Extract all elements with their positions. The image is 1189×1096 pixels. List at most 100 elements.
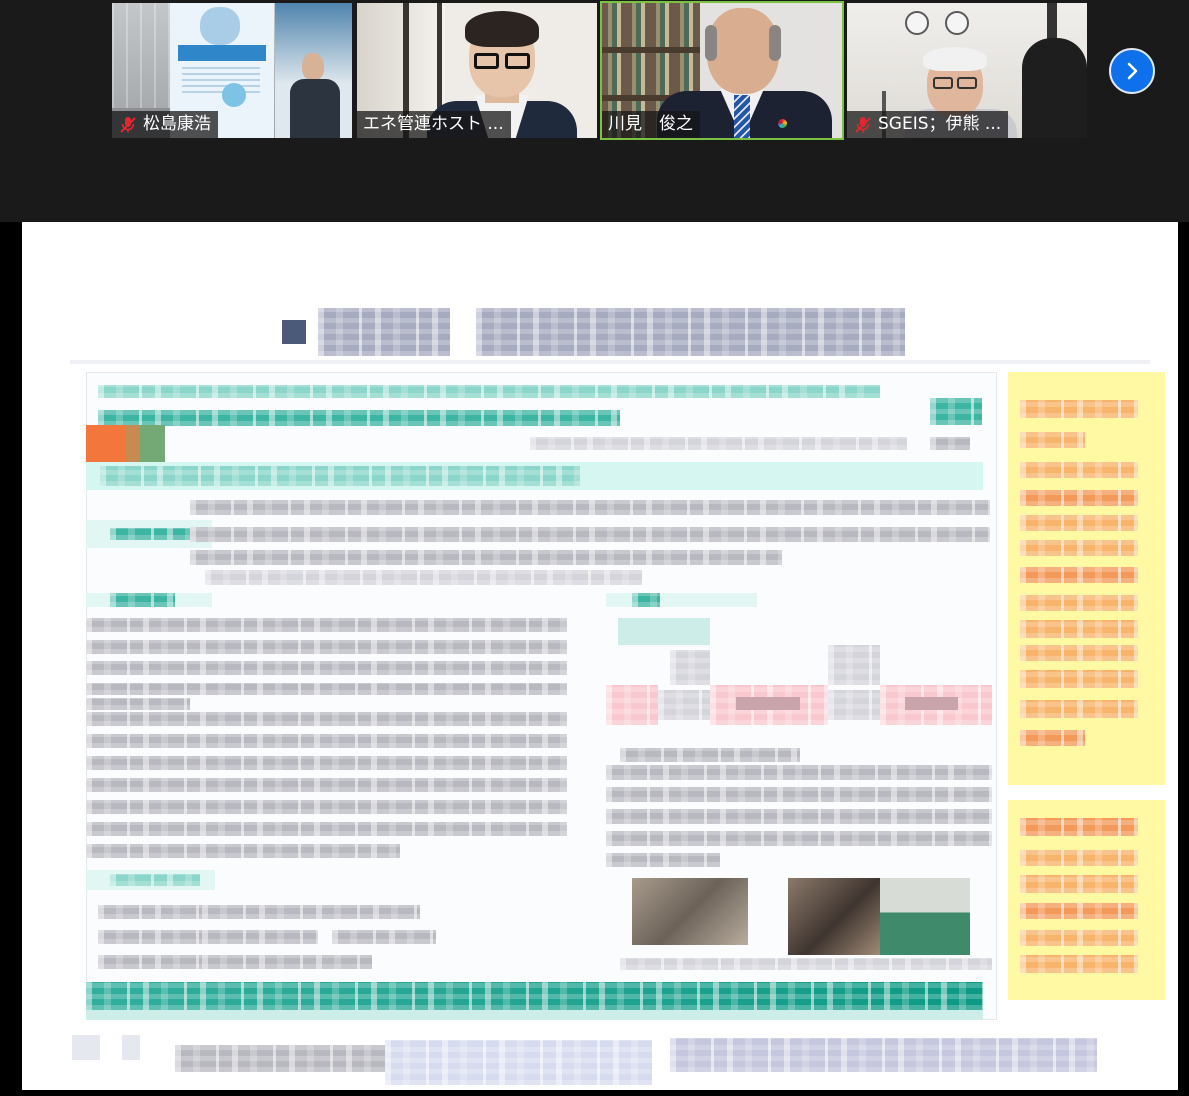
blurred-text-block: [86, 822, 567, 836]
blurred-text-block: [190, 500, 990, 515]
blurred-text-block: [930, 437, 970, 450]
glasses: [957, 77, 977, 89]
lapel-pin: [778, 119, 787, 128]
divider-line: [70, 360, 1150, 364]
wall-clock-icon: [905, 11, 929, 35]
blurred-text-block: [86, 712, 567, 726]
blurred-note-text: [1020, 730, 1085, 746]
blurred-text-block: [828, 645, 880, 685]
glasses: [474, 53, 499, 69]
blurred-text-block: [606, 765, 992, 780]
blurred-text-block: [202, 955, 372, 969]
blurred-note-text: [1020, 432, 1085, 448]
blurred-note-text: [1020, 930, 1138, 946]
blurred-text-block: [620, 958, 992, 970]
mic-muted-icon: [853, 115, 873, 135]
blurred-note-text: [1020, 620, 1138, 638]
blurred-note-text: [1020, 955, 1138, 973]
hair: [769, 25, 781, 61]
participant-video-tile[interactable]: エネ管連ホスト ...: [357, 3, 597, 138]
blurred-slide-title: [318, 308, 450, 356]
blurred-text-block: [202, 905, 420, 919]
blurred-note-text: [1020, 540, 1138, 556]
blurred-note-text: [1020, 462, 1138, 478]
hair: [923, 47, 987, 71]
participant-video-tile[interactable]: 川見 俊之: [602, 3, 842, 138]
blurred-text-block: [86, 844, 400, 858]
blurred-text-block: [190, 527, 990, 542]
blurred-heading-text: [98, 410, 620, 426]
blurred-text-block: [86, 800, 567, 814]
title-marker-square: [282, 320, 306, 344]
person-silhouette: [302, 53, 324, 81]
glasses: [505, 53, 530, 69]
blurred-text-block: [86, 778, 567, 792]
pink-label-box: [905, 697, 958, 710]
mic-muted-icon: [118, 115, 138, 135]
blurred-text-block: [86, 661, 567, 675]
blurred-text-block: [606, 787, 992, 802]
participant-video-tile[interactable]: 松島康浩: [112, 3, 352, 138]
blurred-note-text: [1020, 515, 1138, 531]
colored-marker: [140, 425, 165, 462]
banner-circle: [222, 83, 246, 107]
participant-name: エネ管連ホスト ...: [363, 114, 504, 134]
blurred-heading-text: [98, 385, 880, 398]
blurred-photo: [788, 878, 880, 955]
blurred-heading-text: [110, 528, 190, 540]
participant-name-label: SGEIS；伊熊 ...: [847, 111, 1009, 138]
blurred-text-block: [86, 756, 567, 770]
dark-object: [1022, 38, 1087, 138]
blurred-note-text: [1020, 595, 1138, 611]
participant-name-label: 川見 俊之: [602, 111, 700, 138]
wall-clock-icon: [945, 11, 969, 35]
blurred-text-block: [98, 930, 202, 944]
blurred-text-block: [86, 683, 567, 695]
blurred-text-block: [86, 734, 567, 748]
blurred-note-text: [1020, 700, 1138, 718]
blurred-heading-text: [110, 593, 175, 607]
blurred-text-block: [606, 831, 992, 846]
shared-slide: [22, 222, 1178, 1090]
blurred-text-block: [606, 809, 992, 824]
blurred-text-block: [620, 748, 800, 762]
bookshelf-board: [602, 47, 700, 53]
blurred-text-block: [332, 930, 436, 944]
blurred-heading-text: [930, 398, 982, 425]
blurred-text-block: [175, 1045, 392, 1072]
footer-band: [86, 982, 983, 1010]
highlight-band: [606, 593, 757, 607]
blurred-photo: [880, 878, 970, 955]
blurred-footer-text: [122, 1035, 140, 1060]
blurred-slide-title: [476, 308, 905, 356]
blurred-text-block: [190, 550, 782, 565]
video-gallery-strip: 松島康浩 エネ管連ホスト ... 川見 俊之 SGEIS；伊熊 ...: [0, 0, 1189, 222]
colored-marker: [86, 425, 125, 462]
participant-name: 川見 俊之: [608, 114, 693, 134]
blurred-note-text: [1020, 875, 1138, 893]
colored-marker: [125, 425, 140, 462]
participant-video-tile[interactable]: SGEIS；伊熊 ...: [847, 3, 1087, 138]
blurred-text-block: [205, 570, 642, 585]
blurred-note-text: [1020, 670, 1138, 688]
blurred-text-block: [606, 853, 720, 867]
participant-name: 松島康浩: [143, 114, 211, 134]
blurred-text-block: [828, 690, 880, 720]
participant-name: SGEIS；伊熊 ...: [878, 114, 1002, 134]
microphone-stand: [1047, 3, 1057, 43]
blurred-footer-text: [72, 1035, 100, 1060]
blurred-text-block: [658, 690, 710, 720]
blurred-text-block: [98, 905, 202, 919]
banner-heading-band: [178, 45, 266, 61]
blurred-text-block: [202, 930, 318, 944]
blurred-heading-text: [110, 874, 200, 886]
blurred-text-block: [86, 698, 190, 710]
blurred-note-text: [1020, 567, 1138, 583]
blurred-note-text: [1020, 850, 1138, 866]
blurred-footer-text: [670, 1038, 1097, 1072]
next-page-button[interactable]: [1109, 48, 1155, 94]
participant-name-label: 松島康浩: [112, 111, 218, 138]
chevron-right-icon: [1121, 60, 1143, 82]
blurred-text-block: [530, 437, 907, 450]
shared-screen-area: [0, 222, 1189, 1096]
